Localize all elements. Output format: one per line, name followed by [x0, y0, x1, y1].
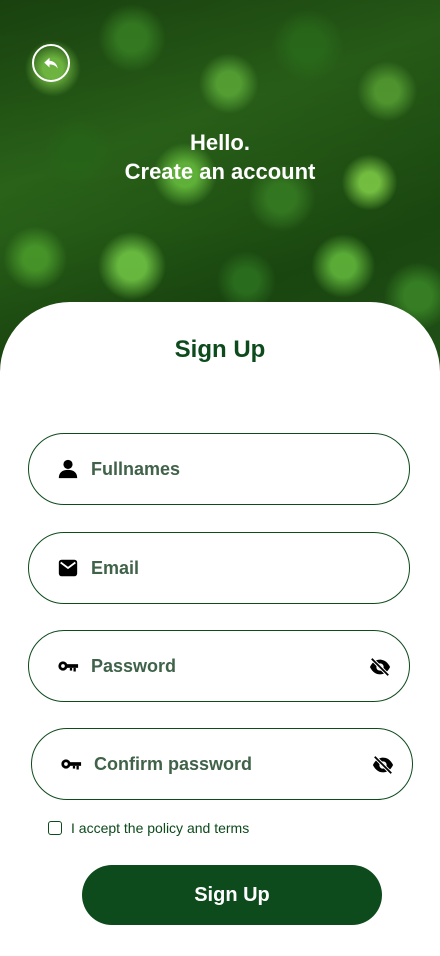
password-placeholder: Password: [91, 655, 177, 676]
eye-off-icon[interactable]: [369, 656, 391, 678]
key-icon: [60, 753, 82, 775]
sign-up-button[interactable]: Sign Up: [82, 865, 382, 925]
confirm-password-field[interactable]: Confirm password: [31, 728, 413, 800]
form-title: Sign Up: [174, 336, 266, 363]
hero-heading: Hello. Create an account: [0, 128, 440, 186]
terms-row: I accept the policy and terms: [48, 820, 249, 836]
key-icon: [57, 655, 79, 677]
signup-card: [0, 302, 440, 956]
create-account-text: Create an account: [124, 159, 316, 184]
terms-checkbox[interactable]: [48, 821, 62, 835]
eye-off-icon[interactable]: [372, 754, 394, 776]
email-placeholder: Email: [91, 557, 140, 578]
mail-icon: [57, 557, 79, 579]
fullnames-field[interactable]: Fullnames: [28, 433, 410, 505]
fullnames-placeholder: Fullnames: [91, 458, 181, 479]
greeting-text: Hello.: [190, 130, 250, 155]
reply-arrow-icon: [44, 57, 58, 69]
back-button[interactable]: [32, 44, 70, 82]
confirm-password-placeholder: Confirm password: [94, 753, 253, 774]
email-field[interactable]: Email: [28, 532, 410, 604]
password-field[interactable]: Password: [28, 630, 410, 702]
terms-label[interactable]: I accept the policy and terms: [71, 820, 249, 836]
user-icon: [57, 458, 79, 480]
